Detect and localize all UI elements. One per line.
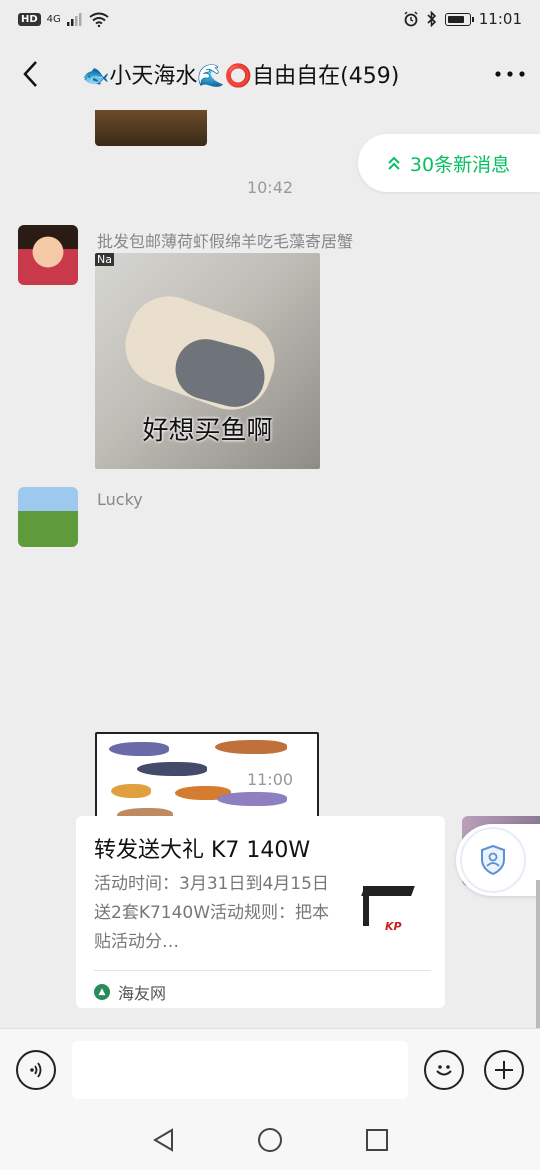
- thumb-logo: KP: [385, 920, 402, 933]
- emoji-button[interactable]: [424, 1050, 464, 1090]
- status-left: HD 4G: [18, 12, 109, 27]
- avatar[interactable]: [18, 225, 78, 285]
- image-caption: 好想买鱼啊: [142, 416, 273, 446]
- plus-icon: [495, 1061, 513, 1079]
- time-divider: 11:00: [246, 770, 294, 789]
- plus-button[interactable]: [484, 1050, 524, 1090]
- card-thumbnail: KP: [355, 878, 427, 948]
- security-float-button[interactable]: [456, 824, 540, 896]
- shield-circle: [460, 827, 526, 893]
- chevron-left-icon: [23, 61, 37, 87]
- scrollbar[interactable]: [536, 880, 540, 1028]
- input-bar: [0, 1028, 540, 1110]
- battery-fill: [447, 15, 464, 23]
- hd-badge: HD: [18, 12, 41, 26]
- voice-button[interactable]: [16, 1050, 56, 1090]
- nav-home-icon: [257, 1128, 282, 1152]
- fish-drawing: [215, 740, 287, 754]
- more-dots-icon: [495, 71, 525, 77]
- voice-icon: [30, 1062, 42, 1078]
- alarm-icon: [404, 11, 418, 27]
- nav-back-icon: [153, 1128, 174, 1152]
- status-bar: HD 4G 11:01: [0, 0, 540, 38]
- status-right: 11:01: [403, 10, 522, 28]
- link-card[interactable]: 转发送大礼 K7 140W 活动时间：3月31日到4月15日送2套K7140W活…: [76, 816, 445, 1008]
- emoji-icon: [436, 1065, 452, 1076]
- sender-name: Lucky: [97, 490, 143, 509]
- card-description: 活动时间：3月31日到4月15日送2套K7140W活动规则：把本贴活动分…: [94, 874, 330, 952]
- partial-image-message[interactable]: [95, 110, 207, 146]
- lamp-arm: [361, 886, 415, 896]
- nav-back-button[interactable]: [143, 1120, 183, 1160]
- avatar[interactable]: [18, 487, 78, 547]
- card-divider: [94, 970, 431, 971]
- chat-header: 🐟小天海水🌊⭕自由自在(459): [0, 38, 540, 110]
- image-tag: Na: [95, 253, 114, 266]
- fish-drawing: [217, 792, 287, 806]
- back-button[interactable]: [0, 38, 60, 110]
- signal-icon: [66, 12, 82, 26]
- system-nav-bar: [0, 1110, 540, 1170]
- source-app-icon: ▲: [94, 984, 110, 1000]
- image-message[interactable]: Na 好想买鱼啊: [95, 253, 320, 469]
- sender-name: 批发包邮薄荷虾假绵羊吃毛藻寄居蟹: [97, 232, 354, 251]
- card-source-label: 海友网: [118, 984, 167, 1003]
- new-messages-label: 30条新消息: [409, 153, 511, 176]
- wifi-icon: [89, 12, 109, 27]
- fish-drawing: [109, 742, 169, 756]
- nav-home-button[interactable]: [250, 1120, 290, 1160]
- more-button[interactable]: [480, 38, 540, 110]
- chat-title: 🐟小天海水🌊⭕自由自在(459): [82, 64, 400, 89]
- bluetooth-icon: [427, 11, 436, 27]
- message-list[interactable]: 30条新消息 10:42 批发包邮薄荷虾假绵羊吃毛藻寄居蟹 Na 好想买鱼啊 L…: [0, 110, 540, 1028]
- card-title: 转发送大礼 K7 140W: [94, 838, 311, 863]
- signal-text: 4G: [46, 13, 61, 25]
- battery-icon: [444, 12, 474, 26]
- status-time: 11:01: [478, 10, 522, 28]
- nav-recent-icon: [365, 1129, 388, 1151]
- card-source: ▲ 海友网: [94, 980, 166, 1004]
- shield-icon: [481, 845, 505, 875]
- message-input[interactable]: [72, 1041, 408, 1099]
- double-chevron-up-icon: [388, 156, 400, 170]
- nav-recent-button[interactable]: [357, 1120, 397, 1160]
- time-divider: 10:42: [246, 178, 294, 197]
